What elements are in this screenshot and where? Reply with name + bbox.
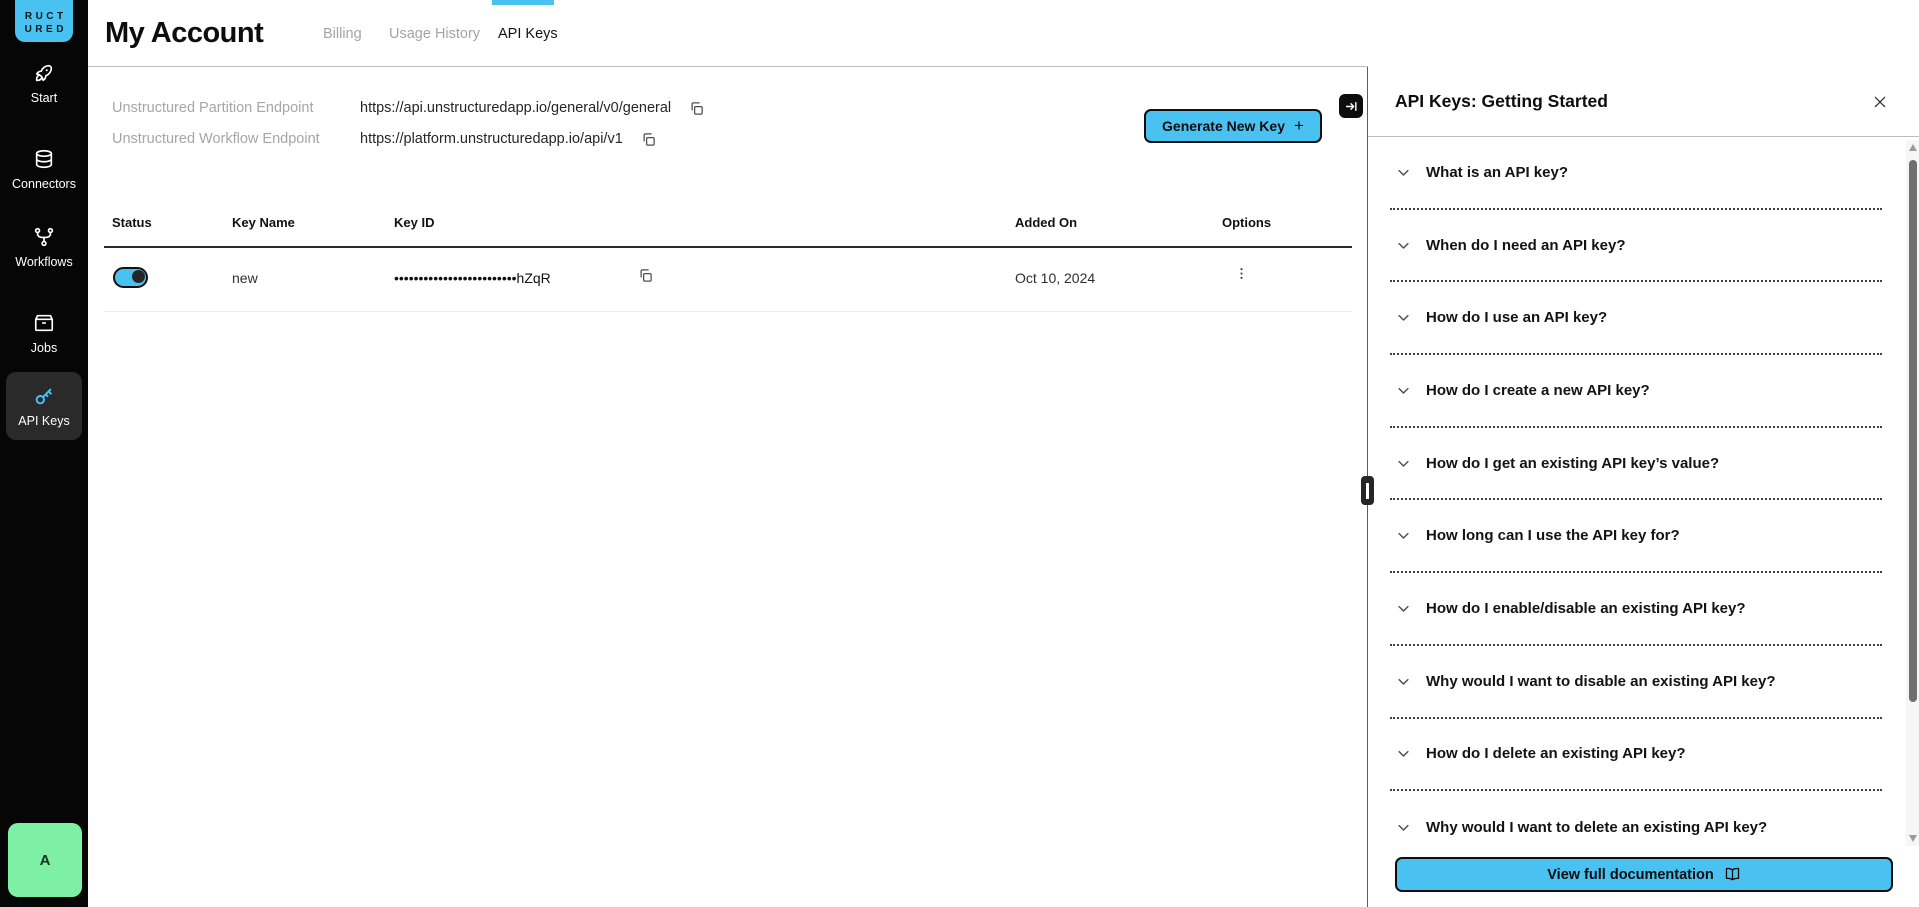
sidebar-item-label: Jobs <box>31 341 57 355</box>
generate-new-key-button[interactable]: Generate New Key + <box>1144 109 1322 143</box>
faq-item[interactable]: What is an API key? <box>1390 137 1882 210</box>
chevron-down-icon <box>1396 528 1411 543</box>
active-tab-indicator <box>492 0 554 5</box>
copy-icon[interactable] <box>638 268 653 283</box>
faq-question: How do I create a new API key? <box>1426 382 1650 399</box>
key-name-cell: new <box>232 270 258 286</box>
key-icon <box>33 385 55 407</box>
panel-scrollbar <box>1906 140 1919 846</box>
chevron-down-icon <box>1396 674 1411 689</box>
faq-question: How do I get an existing API key’s value… <box>1426 455 1719 472</box>
faq-item[interactable]: How long can I use the API key for? <box>1390 500 1882 573</box>
scroll-up-arrow[interactable] <box>1909 144 1917 151</box>
panel-header: API Keys: Getting Started <box>1368 67 1919 137</box>
faq-item[interactable]: When do I need an API key? <box>1390 210 1882 283</box>
resize-grip <box>1366 483 1369 499</box>
sidebar-item-api-keys[interactable]: API Keys <box>6 372 82 440</box>
faq-question: How do I enable/disable an existing API … <box>1426 600 1746 617</box>
branch-icon <box>33 226 55 248</box>
generate-new-key-label: Generate New Key <box>1162 118 1285 134</box>
endpoint-label: Unstructured Partition Endpoint <box>112 100 360 116</box>
workflow-endpoint-row: Unstructured Workflow Endpoint https://p… <box>112 131 656 147</box>
chevron-down-icon <box>1396 165 1411 180</box>
doc-button-label: View full documentation <box>1547 867 1714 883</box>
logo-line: URED <box>25 24 67 35</box>
panel-resize-handle[interactable] <box>1361 476 1374 505</box>
rocket-icon <box>33 62 55 84</box>
faq-item[interactable]: Why would I want to delete an existing A… <box>1390 791 1882 864</box>
faq-question: What is an API key? <box>1426 164 1568 181</box>
faq-item[interactable]: How do I create a new API key? <box>1390 355 1882 428</box>
faq-question: Why would I want to delete an existing A… <box>1426 819 1767 836</box>
sidebar-item-label: Start <box>31 91 57 105</box>
getting-started-panel: API Keys: Getting Started What is an API… <box>1368 0 1919 907</box>
column-header-added-on: Added On <box>1015 215 1077 230</box>
kebab-menu-icon[interactable] <box>1234 265 1249 282</box>
tab-usage-history[interactable]: Usage History <box>389 0 480 67</box>
table-header-divider <box>104 246 1352 248</box>
chevron-down-icon <box>1396 601 1411 616</box>
plus-icon: + <box>1294 116 1304 136</box>
endpoint-label: Unstructured Workflow Endpoint <box>112 131 360 147</box>
tab-api-keys[interactable]: API Keys <box>498 0 558 67</box>
table-row-divider <box>104 311 1352 312</box>
faq-question: How do I delete an existing API key? <box>1426 745 1686 762</box>
database-icon <box>33 148 55 170</box>
column-header-options: Options <box>1222 215 1271 230</box>
chevron-down-icon <box>1396 238 1411 253</box>
added-on-cell: Oct 10, 2024 <box>1015 270 1095 286</box>
toggle-knob <box>132 270 145 283</box>
sidebar-item-workflows[interactable]: Workflows <box>0 226 88 269</box>
sidebar: RUCT URED Start Connectors Workflows Job… <box>0 0 88 907</box>
logo-line: RUCT <box>25 11 67 22</box>
sidebar-item-start[interactable]: Start <box>0 62 88 105</box>
endpoint-url: https://api.unstructuredapp.io/general/v… <box>360 100 671 116</box>
unstructured-logo[interactable]: RUCT URED <box>15 0 73 42</box>
faq-question: How do I use an API key? <box>1426 309 1607 326</box>
copy-icon[interactable] <box>689 101 704 116</box>
faq-question: Why would I want to disable an existing … <box>1426 673 1776 690</box>
faq-item[interactable]: How do I use an API key? <box>1390 282 1882 355</box>
copy-icon[interactable] <box>641 132 656 147</box>
tab-billing[interactable]: Billing <box>323 0 362 67</box>
scrollbar-thumb[interactable] <box>1909 160 1917 702</box>
chevron-down-icon <box>1396 310 1411 325</box>
sidebar-item-jobs[interactable]: Jobs <box>0 312 88 355</box>
sidebar-item-label: Connectors <box>12 177 76 191</box>
faq-question: When do I need an API key? <box>1426 237 1625 254</box>
endpoint-url: https://platform.unstructuredapp.io/api/… <box>360 131 623 147</box>
faq-item[interactable]: Why would I want to disable an existing … <box>1390 646 1882 719</box>
box-icon <box>33 312 55 334</box>
close-icon[interactable] <box>1872 94 1888 110</box>
user-avatar[interactable]: A <box>8 823 82 897</box>
collapse-panel-button[interactable] <box>1339 94 1363 118</box>
partition-endpoint-row: Unstructured Partition Endpoint https://… <box>112 100 704 116</box>
status-toggle[interactable] <box>113 267 148 288</box>
chevron-down-icon <box>1396 383 1411 398</box>
book-icon <box>1724 866 1741 883</box>
sidebar-item-label: API Keys <box>18 414 69 428</box>
panel-title: API Keys: Getting Started <box>1395 91 1608 112</box>
column-header-key-name: Key Name <box>232 215 295 230</box>
column-header-status: Status <box>112 215 152 230</box>
column-header-key-id: Key ID <box>394 215 434 230</box>
faq-question: How long can I use the API key for? <box>1426 527 1680 544</box>
arrow-to-bar-icon <box>1345 100 1358 113</box>
scroll-down-arrow[interactable] <box>1909 835 1917 842</box>
faq-list: What is an API key? When do I need an AP… <box>1368 137 1906 864</box>
faq-item[interactable]: How do I delete an existing API key? <box>1390 719 1882 792</box>
view-full-documentation-button[interactable]: View full documentation <box>1395 857 1893 892</box>
key-id-cell: •••••••••••••••••••••••••hZqR <box>394 270 551 286</box>
chevron-down-icon <box>1396 820 1411 835</box>
faq-item[interactable]: How do I get an existing API key’s value… <box>1390 428 1882 501</box>
sidebar-item-connectors[interactable]: Connectors <box>0 148 88 191</box>
chevron-down-icon <box>1396 746 1411 761</box>
sidebar-item-label: Workflows <box>15 255 72 269</box>
chevron-down-icon <box>1396 456 1411 471</box>
faq-item[interactable]: How do I enable/disable an existing API … <box>1390 573 1882 646</box>
page-title: My Account <box>105 0 263 67</box>
main-content: Unstructured Partition Endpoint https://… <box>88 67 1368 907</box>
